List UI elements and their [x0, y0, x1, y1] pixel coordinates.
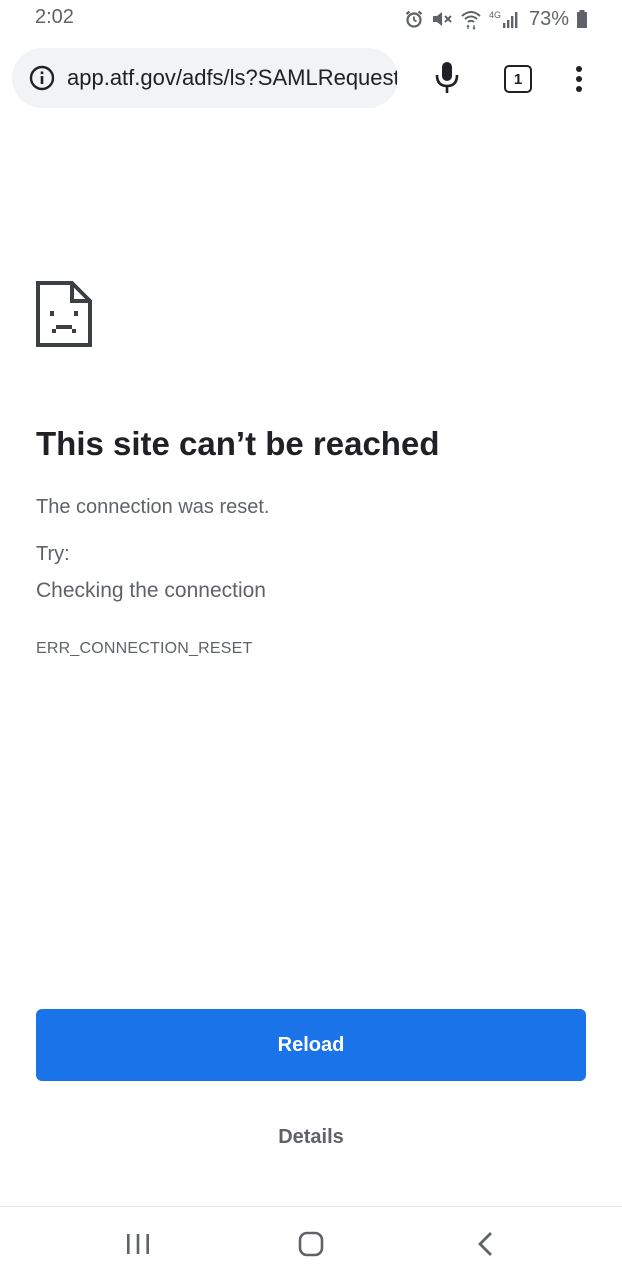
back-icon[interactable]	[470, 1229, 502, 1259]
microphone-icon[interactable]	[432, 60, 462, 96]
error-title: This site can’t be reached	[36, 425, 440, 462]
mute-icon	[431, 9, 453, 29]
wifi-icon	[460, 8, 482, 30]
overflow-menu-icon[interactable]	[570, 64, 588, 94]
error-try-label: Try:	[36, 543, 70, 565]
browser-toolbar: app.atf.gov/adfs/ls?SAMLRequest 1	[0, 46, 622, 112]
status-bar: 2:02 4G 73%	[0, 0, 622, 38]
tab-switcher-button[interactable]: 1	[504, 65, 532, 93]
info-icon[interactable]	[29, 65, 55, 91]
tab-count: 1	[513, 70, 523, 88]
system-navigation-bar	[0, 1206, 622, 1279]
omnibox[interactable]: app.atf.gov/adfs/ls?SAMLRequest	[12, 48, 398, 108]
status-icons: 4G 73%	[404, 6, 588, 32]
sad-page-icon	[36, 281, 92, 347]
battery-icon	[576, 9, 588, 29]
reload-button[interactable]: Reload	[36, 1009, 586, 1081]
error-suggestion: Checking the connection	[36, 579, 266, 602]
alarm-icon	[404, 9, 424, 29]
status-time: 2:02	[35, 6, 74, 28]
error-code: ERR_CONNECTION_RESET	[36, 640, 253, 657]
error-summary: The connection was reset.	[36, 496, 270, 518]
home-icon[interactable]	[295, 1229, 327, 1259]
battery-percent: 73%	[528, 7, 569, 30]
network-type-label: 4G	[488, 10, 501, 20]
details-button[interactable]: Details	[211, 1112, 411, 1162]
omnibox-url[interactable]: app.atf.gov/adfs/ls?SAMLRequest	[67, 65, 397, 91]
recents-icon[interactable]	[122, 1229, 154, 1259]
cell-signal-icon: 4G	[489, 9, 520, 29]
